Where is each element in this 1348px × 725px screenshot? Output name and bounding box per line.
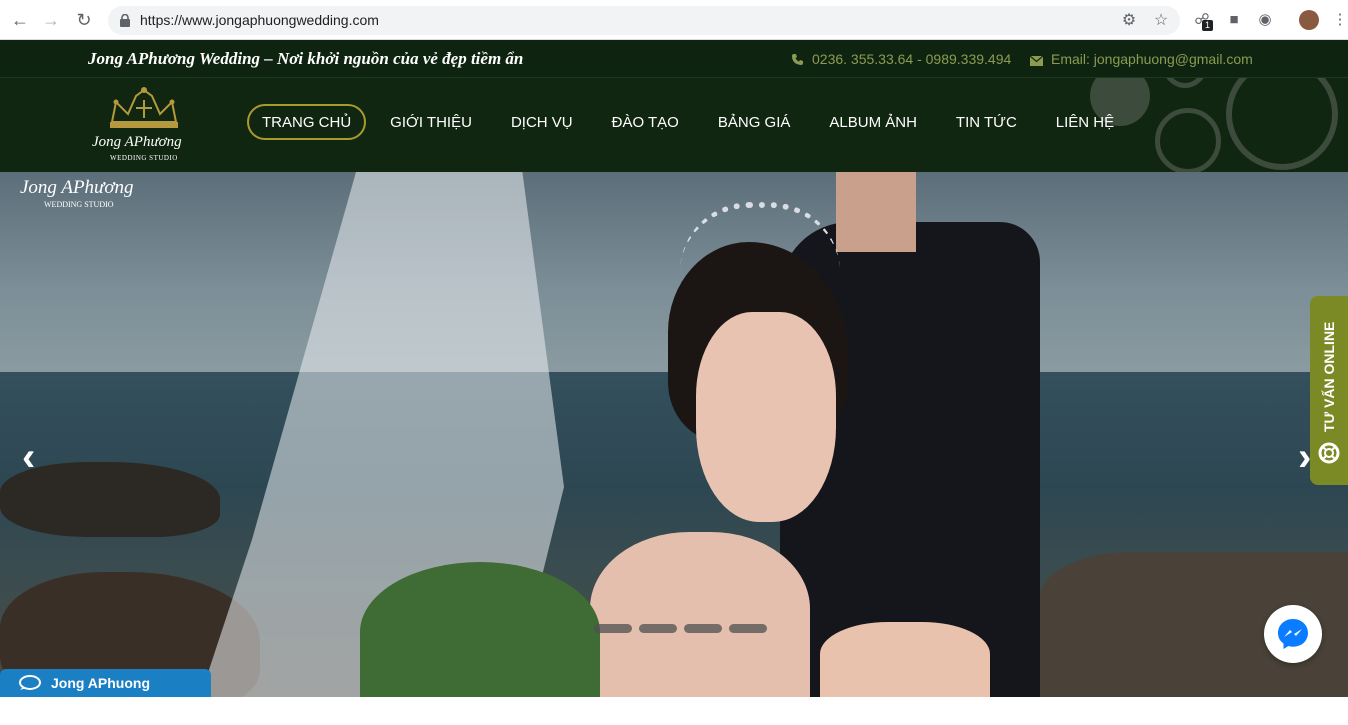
menu-item-tin-tuc[interactable]: TIN TỨC xyxy=(941,104,1032,140)
logo-text: Jong APhương xyxy=(92,134,182,150)
hero-bride-shoulder xyxy=(590,532,810,697)
lifebuoy-icon xyxy=(1318,442,1340,464)
translate-icon[interactable]: ⚙ xyxy=(1120,12,1138,30)
star-icon[interactable]: ☆ xyxy=(1152,12,1170,30)
chat-bubble-icon xyxy=(19,675,41,690)
slider-pagination xyxy=(594,624,774,633)
lock-icon xyxy=(120,14,130,27)
main-menu: TRANG CHỦ GIỚI THIỆU DỊCH VỤ ĐÀO TẠO BẢN… xyxy=(247,104,1138,140)
avatar[interactable] xyxy=(1299,10,1319,30)
phone-icon xyxy=(792,54,803,65)
hero-slider[interactable]: Jong APhương WEDDING STUDIO ‹ › xyxy=(0,172,1348,697)
online-consult-label: TƯ VẤN ONLINE xyxy=(1321,321,1337,432)
chat-bar-label: Jong APhuong Wedding xyxy=(51,675,151,719)
hero-watermark-subtitle: WEDDING STUDIO xyxy=(44,200,114,209)
decor-circle xyxy=(1226,78,1338,170)
menu-item-bang-gia[interactable]: BẢNG GIÁ xyxy=(703,104,806,140)
top-info-bar: Jong APhương Wedding – Nơi khởi nguồn củ… xyxy=(0,40,1348,78)
logo-subtitle: WEDDING STUDIO xyxy=(110,154,178,162)
menu-item-lien-he[interactable]: LIÊN HỆ xyxy=(1041,104,1129,140)
back-icon[interactable]: ← xyxy=(9,9,31,31)
menu-item-dao-tao[interactable]: ĐÀO TẠO xyxy=(597,104,694,140)
slider-prev-icon[interactable]: ‹ xyxy=(22,437,35,477)
site-header: Jong APhương WEDDING STUDIO TRANG CHỦ GI… xyxy=(0,78,1348,172)
chat-bar[interactable]: Jong APhuong Wedding xyxy=(0,669,211,719)
slider-dot[interactable] xyxy=(639,624,677,633)
menu-item-dich-vu[interactable]: DỊCH VỤ xyxy=(496,104,588,140)
phone-text: 0236. 355.33.64 - 0989.339.494 xyxy=(812,51,1012,67)
browser-toolbar: ← → ↻ https://www.jongaphuongwedding.com… xyxy=(0,0,1348,40)
messenger-button[interactable] xyxy=(1264,605,1322,663)
forward-icon[interactable]: → xyxy=(40,9,62,31)
hero-groom-neck xyxy=(836,172,916,252)
url-text[interactable]: https://www.jongaphuongwedding.com xyxy=(140,6,379,35)
hero-bouquet xyxy=(360,562,600,697)
decor-circle xyxy=(1155,108,1221,172)
slider-dot[interactable] xyxy=(729,624,767,633)
decor-circle xyxy=(1160,78,1210,88)
address-bar[interactable]: https://www.jongaphuongwedding.com ⚙ ☆ xyxy=(108,6,1180,35)
extension-icon[interactable]: ☍1 xyxy=(1192,10,1213,31)
menu-item-gioi-thieu[interactable]: GIỚI THIỆU xyxy=(375,104,487,140)
extension-badge: 1 xyxy=(1202,20,1213,31)
slider-dot[interactable] xyxy=(594,624,632,633)
slider-dot[interactable] xyxy=(684,624,722,633)
hero-watermark: Jong APhương xyxy=(20,177,134,198)
phone-contact[interactable]: 0236. 355.33.64 - 0989.339.494 xyxy=(791,40,1011,78)
menu-item-trang-chu[interactable]: TRANG CHỦ xyxy=(247,104,367,140)
messenger-icon xyxy=(1278,619,1308,649)
menu-item-album-anh[interactable]: ALBUM ẢNH xyxy=(814,104,932,140)
email-text: Email: jongaphuong@gmail.com xyxy=(1051,51,1253,67)
menu-icon[interactable]: ⋮ xyxy=(1330,10,1348,30)
site-tagline: Jong APhương Wedding – Nơi khởi nguồn củ… xyxy=(88,49,524,68)
envelope-icon xyxy=(1029,55,1044,66)
hero-bride-face xyxy=(696,312,836,522)
email-contact[interactable]: Email: jongaphuong@gmail.com xyxy=(1029,40,1253,78)
online-consult-tab[interactable]: TƯ VẤN ONLINE xyxy=(1310,296,1348,485)
hero-hands xyxy=(820,622,990,697)
camera-icon[interactable]: ◉ xyxy=(1255,10,1275,30)
reload-icon[interactable]: ↻ xyxy=(73,9,95,31)
extension-icon-2[interactable]: ■ xyxy=(1224,10,1244,30)
